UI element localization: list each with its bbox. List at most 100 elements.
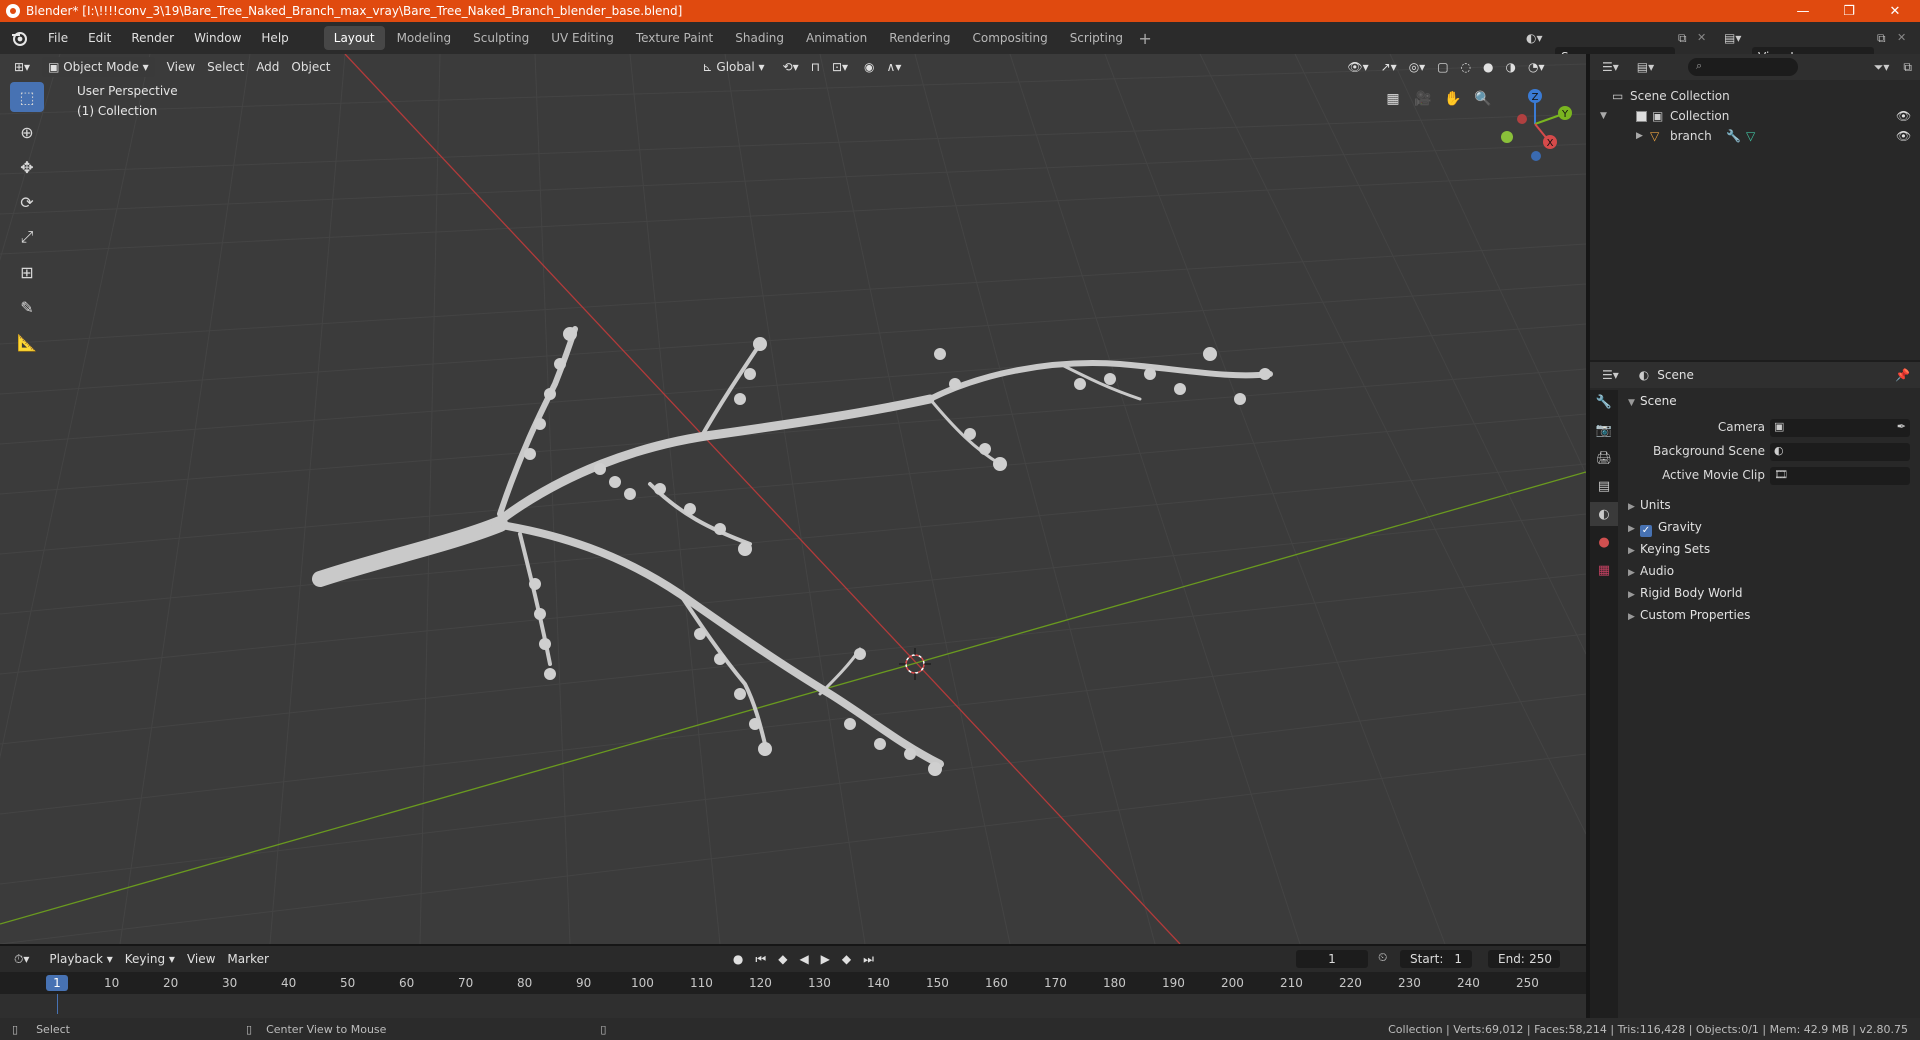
world-properties-tab[interactable]: ●	[1590, 530, 1618, 554]
collection-checkbox[interactable]	[1636, 111, 1647, 122]
start-frame-field[interactable]: Start: 1	[1400, 950, 1472, 968]
outliner-editor-icon[interactable]: ☰▾	[1602, 60, 1619, 74]
jump-start-button[interactable]: ⏮	[749, 949, 772, 969]
menu-help[interactable]: Help	[251, 22, 298, 54]
viewport-menu-object[interactable]: Object	[285, 57, 336, 77]
tab-modeling[interactable]: Modeling	[387, 26, 462, 50]
transform-tool[interactable]: ⊞	[10, 257, 44, 287]
select-box-tool[interactable]: ⬚	[10, 82, 44, 112]
tab-sculpting[interactable]: Sculpting	[463, 26, 539, 50]
tab-animation[interactable]: Animation	[796, 26, 877, 50]
outliner-row-collection[interactable]: ▼ ▣ Collection 👁	[1590, 106, 1920, 126]
shading-rendered-icon[interactable]: ◔▾	[1522, 57, 1551, 77]
prev-keyframe-button[interactable]: ◆	[772, 949, 793, 969]
timeline-menu-playback[interactable]: Playback ▾	[43, 949, 118, 969]
move-tool[interactable]: ✥	[10, 152, 44, 182]
collection-visibility-icon[interactable]: 👁	[1896, 106, 1911, 126]
background-scene-field[interactable]: ◐	[1770, 443, 1910, 461]
view-layer-properties-tab[interactable]: ▤	[1590, 474, 1618, 498]
shading-wireframe-icon[interactable]: ◌	[1455, 57, 1477, 77]
eyedropper-icon[interactable]: ✒	[1897, 420, 1906, 433]
shading-solid-icon[interactable]: ●	[1477, 57, 1499, 77]
delete-scene-icon[interactable]: ✕	[1697, 28, 1706, 48]
snap-icon[interactable]: ⊓	[805, 57, 826, 77]
menu-window[interactable]: Window	[184, 22, 251, 54]
active-movie-clip-field[interactable]: 🎞	[1770, 467, 1910, 485]
scene-panel-header[interactable]: ▼ Scene	[1618, 390, 1920, 412]
properties-editor-icon[interactable]: ☰▾	[1602, 368, 1619, 382]
filter-icon[interactable]: ⏷▾	[1874, 60, 1890, 75]
menu-file[interactable]: File	[38, 22, 78, 54]
play-reverse-button[interactable]: ◀	[793, 949, 814, 969]
snap-target-icon[interactable]: ⊡▾	[826, 57, 854, 77]
branch-expand-icon[interactable]: ▶	[1636, 126, 1643, 146]
object-mode-dropdown[interactable]: ▣ Object Mode ▾	[42, 57, 155, 77]
display-mode-icon[interactable]: ▤▾	[1637, 60, 1654, 74]
new-view-layer-icon[interactable]: ⧉	[1877, 28, 1886, 48]
scene-properties-tab[interactable]: ◐	[1590, 502, 1618, 526]
tab-uv-editing[interactable]: UV Editing	[541, 26, 624, 50]
rigid-body-world-panel-header[interactable]: ▶ Rigid Body World	[1618, 582, 1920, 604]
keying-sets-panel-header[interactable]: ▶ Keying Sets	[1618, 538, 1920, 560]
tab-compositing[interactable]: Compositing	[962, 26, 1057, 50]
add-workspace-button[interactable]: +	[1134, 29, 1156, 48]
timeline-menu-marker[interactable]: Marker	[221, 949, 274, 969]
navigation-gizmo[interactable]: Z Y X	[1495, 84, 1575, 164]
overlay-toggle-icon[interactable]: ◎▾	[1403, 57, 1432, 77]
pin-icon[interactable]: 📌	[1895, 368, 1910, 382]
render-properties-tab[interactable]: 📷	[1590, 418, 1618, 442]
next-keyframe-button[interactable]: ◆	[836, 949, 857, 969]
jump-end-button[interactable]: ⏭	[857, 949, 880, 969]
record-button[interactable]: ●	[727, 949, 749, 969]
shading-material-icon[interactable]: ◑	[1500, 57, 1522, 77]
pivot-point-icon[interactable]: ⟲▾	[777, 57, 805, 77]
visibility-icon[interactable]: 👁▾	[1341, 57, 1374, 77]
new-collection-icon[interactable]: ⧉	[1903, 60, 1912, 75]
tab-layout[interactable]: Layout	[323, 26, 385, 50]
measure-tool[interactable]: 📐	[10, 327, 44, 357]
maximize-button[interactable]: ❐	[1826, 0, 1872, 22]
play-button[interactable]: ▶	[815, 949, 836, 969]
new-scene-icon[interactable]: ⧉	[1678, 28, 1687, 48]
outliner-row-scene-collection[interactable]: ▭ Scene Collection	[1590, 86, 1920, 106]
toggle-ortho-icon[interactable]: ▦	[1380, 86, 1406, 112]
viewport-menu-select[interactable]: Select	[201, 57, 250, 77]
collection-expand-icon[interactable]: ▼	[1600, 106, 1607, 126]
cursor-tool[interactable]: ⊕	[10, 117, 44, 147]
tab-shading[interactable]: Shading	[725, 26, 794, 50]
timeline-menu-keying[interactable]: Keying ▾	[119, 949, 181, 969]
menu-render[interactable]: Render	[121, 22, 184, 54]
proportional-edit-icon[interactable]: ◉	[858, 57, 880, 77]
output-properties-tab[interactable]: 🖨	[1590, 446, 1618, 470]
viewport-menu-add[interactable]: Add	[250, 57, 285, 77]
timeline-editor-icon[interactable]: ⏱▾	[8, 949, 35, 969]
close-button[interactable]: ✕	[1872, 0, 1918, 22]
proportional-falloff-icon[interactable]: ∧▾	[881, 57, 908, 77]
xray-toggle-icon[interactable]: ▢	[1431, 57, 1454, 77]
use-preview-range-icon[interactable]: ⏲	[1378, 950, 1387, 965]
annotate-tool[interactable]: ✎	[10, 292, 44, 322]
view-layer-icon[interactable]: ▤▾	[1724, 28, 1741, 48]
gravity-checkbox[interactable]: ✓	[1640, 525, 1652, 537]
current-frame-field[interactable]: 1	[1296, 950, 1368, 968]
delete-view-layer-icon[interactable]: ✕	[1897, 28, 1906, 48]
pan-view-icon[interactable]: ✋	[1440, 86, 1466, 112]
gizmo-toggle-icon[interactable]: ↗▾	[1375, 57, 1403, 77]
3d-viewport[interactable]: ⊞▾ ▣ Object Mode ▾ View Select Add Objec…	[0, 54, 1586, 944]
tab-scripting[interactable]: Scripting	[1060, 26, 1133, 50]
tab-rendering[interactable]: Rendering	[879, 26, 960, 50]
custom-properties-panel-header[interactable]: ▶ Custom Properties	[1618, 604, 1920, 626]
gravity-panel-header[interactable]: ▶ ✓ Gravity	[1618, 516, 1920, 538]
viewport-menu-view[interactable]: View	[161, 57, 201, 77]
branch-visibility-icon[interactable]: 👁	[1896, 126, 1911, 146]
scale-tool[interactable]: ⤢	[10, 222, 44, 252]
orientation-dropdown[interactable]: ⊾ Global ▾	[697, 57, 771, 77]
minimize-button[interactable]: —	[1780, 0, 1826, 22]
mesh-data-icon[interactable]: ▽	[1746, 126, 1755, 146]
end-frame-field[interactable]: End: 250	[1488, 950, 1560, 968]
tool-properties-tab[interactable]: 🔧	[1590, 390, 1618, 414]
zoom-view-icon[interactable]: 🔍	[1470, 86, 1496, 112]
texture-properties-tab[interactable]: ▦	[1590, 558, 1618, 582]
timeline-menu-view[interactable]: View	[181, 949, 221, 969]
camera-field[interactable]: ▣ ✒	[1770, 419, 1910, 437]
